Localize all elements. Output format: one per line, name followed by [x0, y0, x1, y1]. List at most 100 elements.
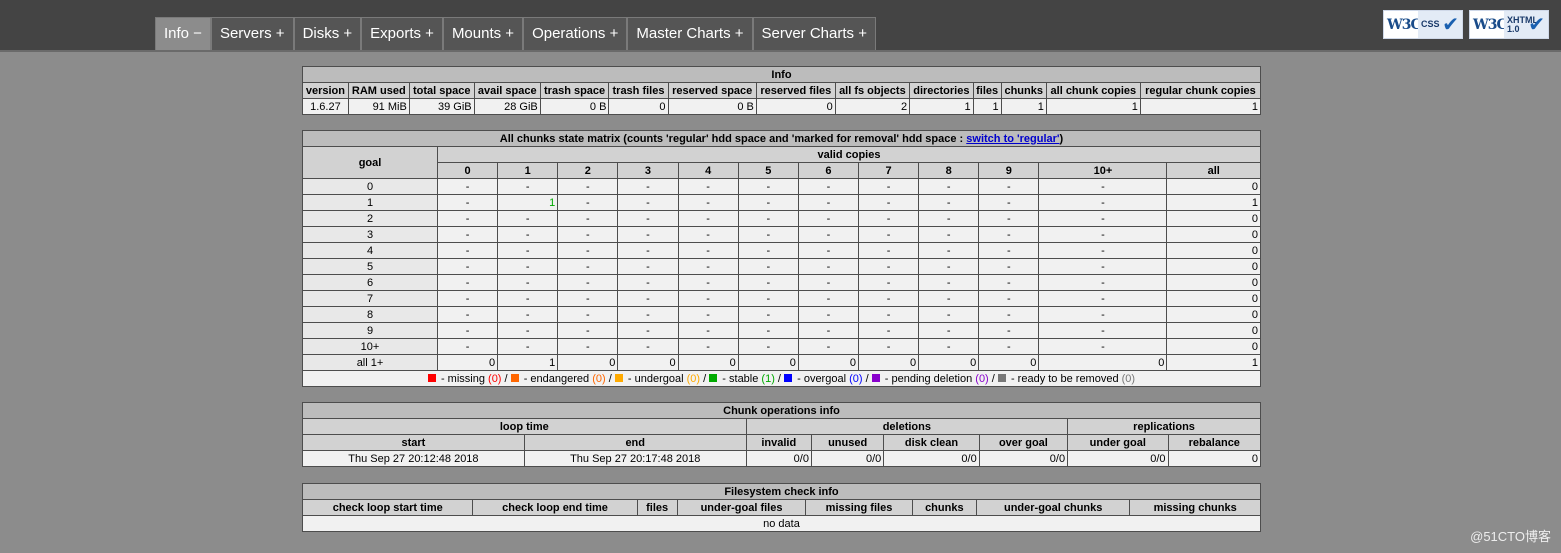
- tab-info[interactable]: Info −: [155, 17, 211, 50]
- matrix-cell: 0: [978, 354, 1040, 371]
- matrix-col-header: 0: [436, 162, 499, 179]
- info-value-cell: 0 B: [539, 98, 610, 115]
- matrix-cell: -: [617, 226, 679, 243]
- fscheck-col-header: check loop end time: [472, 499, 638, 516]
- matrix-row: 2-----------0: [302, 210, 1261, 227]
- chunkops-value-cell: 0/0: [978, 450, 1069, 467]
- fscheck-col-header: under-goal files: [676, 499, 807, 516]
- legend-label: - stable: [719, 372, 762, 385]
- chunkops-col-header: end: [523, 434, 747, 451]
- tab-operations[interactable]: Operations +: [523, 17, 628, 50]
- chunkops-col-header: rebalance: [1167, 434, 1261, 451]
- info-col-header: RAM used: [347, 82, 410, 99]
- matrix-cell: 0: [436, 354, 499, 371]
- legend-separator: /: [700, 372, 710, 385]
- matrix-cell: -: [617, 338, 679, 355]
- matrix-cell: -: [797, 226, 859, 243]
- info-title: Info: [302, 66, 1261, 83]
- matrix-title-text: All chunks state matrix (counts 'regular…: [499, 132, 967, 145]
- matrix-title-suffix: ): [1059, 132, 1064, 145]
- matrix-cell: -: [918, 226, 980, 243]
- matrix-cell: 0: [1166, 338, 1261, 355]
- matrix-cell: -: [436, 290, 499, 307]
- chunkops-value-cell: 0/0: [1067, 450, 1169, 467]
- matrix-cell: -: [677, 226, 739, 243]
- checkmark-icon: ✔: [1442, 14, 1459, 36]
- matrix-cell: -: [918, 194, 980, 211]
- matrix-cell: -: [1038, 306, 1168, 323]
- matrix-cell: 1: [497, 194, 559, 211]
- info-value-row: 1.6.27 91 MiB 39 GiB 28 GiB 0 B00 B0211111: [302, 98, 1262, 115]
- matrix-cell: -: [617, 178, 679, 195]
- matrix-cell: -: [797, 290, 859, 307]
- legend-separator: /: [605, 372, 615, 385]
- matrix-cell: -: [978, 178, 1040, 195]
- tab-exports[interactable]: Exports +: [361, 17, 443, 50]
- matrix-row: 9-----------0: [302, 322, 1261, 339]
- matrix-cell: -: [677, 210, 739, 227]
- matrix-cell: -: [557, 306, 619, 323]
- chunkops-col-header: invalid: [745, 434, 812, 451]
- matrix-cell: 0: [1166, 178, 1261, 195]
- w3c-logo: W3C: [1470, 16, 1508, 33]
- matrix-col-header: 4: [677, 162, 739, 179]
- chunkops-value-cell: 0/0: [745, 450, 812, 467]
- matrix-cell: -: [436, 338, 499, 355]
- matrix-row: 10+ - - - - - - - - - - -0: [302, 338, 1261, 355]
- matrix-row: all 1+ 0 1 0 0 0 0 0 0 0 0 0 1: [302, 354, 1261, 371]
- tab-servers[interactable]: Servers +: [210, 17, 294, 50]
- legend-separator: /: [774, 372, 785, 385]
- fscheck-col-header: missing files: [805, 499, 913, 516]
- matrix-cell: -: [978, 338, 1040, 355]
- tab-master-charts[interactable]: Master Charts +: [627, 17, 753, 50]
- tab-server-charts[interactable]: Server Charts +: [752, 17, 876, 50]
- matrix-cell: -: [978, 210, 1040, 227]
- legend-label: - undergoal: [624, 372, 687, 385]
- legend-label: - endangered: [520, 372, 593, 385]
- matrix-cell: -: [497, 338, 559, 355]
- matrix-cell: -: [1038, 322, 1168, 339]
- w3c-css-badge[interactable]: W3C CSS ✔: [1383, 10, 1463, 39]
- tab-mounts[interactable]: Mounts +: [442, 17, 524, 50]
- matrix-cell: -: [797, 258, 859, 275]
- matrix-cell: -: [857, 210, 920, 227]
- goal-cell: 5: [302, 258, 438, 275]
- matrix-cell: -: [617, 290, 679, 307]
- chunkops-value-cell: Thu Sep 27 20:17:48 2018: [523, 450, 747, 467]
- matrix-cell: -: [1038, 194, 1168, 211]
- matrix-cell: -: [978, 274, 1040, 291]
- goal-cell: 4: [302, 242, 438, 259]
- matrix-cell: -: [617, 306, 679, 323]
- info-value-cell: 2: [834, 98, 911, 115]
- matrix-cell: -: [557, 210, 619, 227]
- matrix-cell: -: [797, 274, 859, 291]
- replications-header: replications: [1067, 418, 1261, 435]
- info-value-cell: 1.6.27: [302, 98, 349, 115]
- matrix-cell: -: [617, 258, 679, 275]
- info-header-row: version RAM used total space avail space tra…: [302, 82, 1262, 99]
- w3c-xhtml-badge[interactable]: W3C XHTML 1.0 ✔: [1469, 10, 1549, 39]
- matrix-cell: -: [797, 178, 859, 195]
- info-value-cell: 91 MiB: [347, 98, 410, 115]
- matrix-cell: -: [557, 258, 619, 275]
- tab-disks[interactable]: Disks +: [293, 17, 362, 50]
- chunk-state-matrix: All chunks state matrix (counts 'regular…: [302, 130, 1261, 387]
- matrix-cell: -: [737, 290, 799, 307]
- matrix-cell: -: [677, 338, 739, 355]
- switch-to-regular-link[interactable]: switch to 'regular': [966, 133, 1059, 145]
- info-col-header: total space: [408, 82, 475, 99]
- matrix-cell: -: [918, 290, 980, 307]
- matrix-row: 5-----------0: [302, 258, 1261, 275]
- matrix-cell: -: [497, 322, 559, 339]
- fscheck-col-header: missing chunks: [1129, 499, 1261, 516]
- goal-cell: 9: [302, 322, 438, 339]
- matrix-cell: -: [737, 338, 799, 355]
- matrix-cell: 0: [857, 354, 920, 371]
- matrix-cell: -: [918, 322, 980, 339]
- matrix-cell: -: [918, 338, 980, 355]
- matrix-cell: -: [617, 194, 679, 211]
- legend-label: - overgoal: [794, 372, 850, 385]
- legend-swatch: [784, 373, 793, 382]
- matrix-row: 8-----------0: [302, 306, 1261, 323]
- matrix-cell: 0: [1166, 226, 1261, 243]
